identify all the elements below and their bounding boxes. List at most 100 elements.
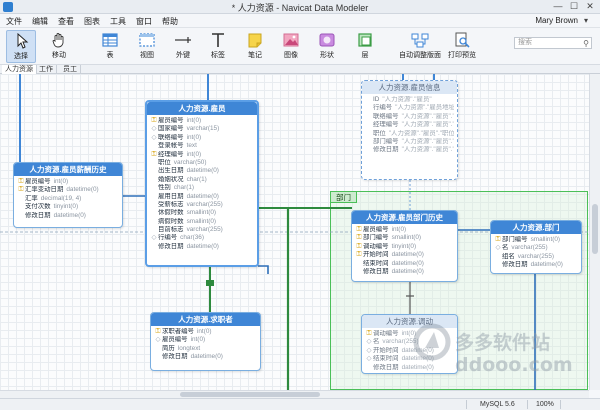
table-field-row[interactable]: 部门编号"人力资源"."雇员"."部 <box>365 138 454 146</box>
table-field-row[interactable]: 受薪标志 varchar(255) <box>150 201 254 209</box>
table-field-row[interactable]: ◇ 雇员编号 int(0) <box>154 336 257 344</box>
field-type: smallint(0) <box>530 236 561 243</box>
table-title[interactable]: 人力资源.求职者 <box>151 313 260 326</box>
table-title[interactable]: 人力资源.部门 <box>491 221 581 234</box>
table-field-row[interactable]: 修改日期 datetime(0) <box>150 243 254 251</box>
table-employee[interactable]: 人力资源.雇员 ⚿ 雇员编号 int(0) ◇ 国家编号 varchar(15) ◇ 联络编号… <box>145 100 259 267</box>
tool-label: 表 <box>106 52 114 59</box>
table-field-row[interactable]: 出生日期 datetime(0) <box>150 167 254 175</box>
tab-work[interactable]: 工作 <box>36 65 57 74</box>
table-field-row[interactable]: 经理编号"人力资源"."雇员"."经 <box>365 121 454 129</box>
table-candidate[interactable]: 人力资源.求职者 ⚿ 求职者编号 int(0) ◇ 雇员编号 int(0) 简历 longte… <box>150 312 261 371</box>
table-field-row[interactable]: ⚿ 部门编号 smallint(0) <box>494 236 578 244</box>
table-field-row[interactable]: 修改日期 datetime(0) <box>365 364 454 372</box>
view-employee-info[interactable]: 人力资源.雇员信息 ID "人力资源"."雇员" 行编号 "人力资源"."雇员地址" 联… <box>361 80 458 180</box>
table-field-row[interactable]: 组名 varchar(255) <box>494 253 578 261</box>
table-field-row[interactable]: ◇ 联络编号 int(0) <box>150 134 254 142</box>
tool-image[interactable]: 图像 <box>276 30 306 63</box>
tool-view[interactable]: 视图 <box>132 30 162 63</box>
field-type: datetime(0) <box>53 211 86 219</box>
table-field-row[interactable]: 性别 char(1) <box>150 184 254 192</box>
tab-employee[interactable]: 员工 <box>60 65 81 74</box>
tool-layer[interactable]: 层 <box>350 30 380 63</box>
table-field-row[interactable]: 支付次数 tinyint(0) <box>17 203 119 211</box>
tool-move[interactable]: 移动 <box>44 30 74 63</box>
scroll-thumb[interactable] <box>592 204 598 254</box>
table-field-row[interactable]: ⚿ 雇员编号 int(0) <box>150 117 254 125</box>
tool-table[interactable]: 表 <box>95 30 125 63</box>
table-title[interactable]: 人力资源.雇员部门历史 <box>352 211 457 224</box>
primary-key-icon: ⚿ <box>18 186 24 194</box>
menu-help[interactable]: 帮助 <box>162 16 178 27</box>
user-name[interactable]: Mary Brown <box>535 16 578 25</box>
tool-print-preview[interactable]: 打印预览 <box>444 30 480 63</box>
table-field-row[interactable]: 休假时数 smallint(0) <box>150 209 254 217</box>
table-dept-history[interactable]: 人力资源.雇员部门历史 ⚿ 雇员编号 int(0) ⚿ 部门编号 smallint(0) ⚿… <box>351 210 458 282</box>
diagram-canvas[interactable]: 部门 人力资源.雇员 ⚿ 雇员编号 int(0) ◇ 国家编号 varchar(15) ◇ 联… <box>0 74 589 390</box>
table-field-row[interactable]: ⚿ 开始时间 datetime(0) <box>355 251 454 259</box>
table-field-row[interactable]: 职位 "人力资源"."雇员"."职位" <box>365 130 454 138</box>
close-icon[interactable]: ✕ <box>582 1 598 12</box>
table-department[interactable]: 人力资源.部门 ⚿ 部门编号 smallint(0) ◇ 名 varchar(255) 组名… <box>490 220 582 274</box>
table-field-row[interactable]: ⚿ 雇员编号 int(0) <box>355 226 454 234</box>
table-field-row[interactable]: 病假时数 smallint(0) <box>150 218 254 226</box>
tool-select[interactable]: 选择 <box>6 30 36 63</box>
table-field-row[interactable]: 结束时间 datetime(0) <box>355 260 454 268</box>
table-field-row[interactable]: ⚿ 调动编号 tinyint(0) <box>355 243 454 251</box>
chevron-down-icon[interactable]: ▾ <box>584 16 588 25</box>
tab-hr[interactable]: 人力资源 <box>2 65 37 74</box>
menu-view[interactable]: 查看 <box>58 16 74 27</box>
field-name: 性别 <box>158 184 171 192</box>
view-title[interactable]: 人力资源.雇员信息 <box>362 81 457 94</box>
table-field-row[interactable]: 修改日期 datetime(0) <box>355 268 454 276</box>
primary-key-icon: ⚿ <box>151 150 157 158</box>
horizontal-scrollbar[interactable] <box>0 390 589 398</box>
tool-label: 打印预览 <box>448 52 476 59</box>
zoom-level[interactable]: 100% <box>536 401 554 408</box>
table-field-row[interactable]: 职位 varchar(50) <box>150 159 254 167</box>
window-controls: — ☐ ✕ <box>550 1 598 12</box>
scroll-thumb[interactable] <box>180 392 320 397</box>
table-field-row[interactable]: 修改日期 datetime(0) <box>17 212 119 220</box>
tool-shape[interactable]: 形状 <box>312 30 342 63</box>
table-field-row[interactable]: ◇ 名 varchar(255) <box>494 244 578 252</box>
table-field-row[interactable]: ◇ 国家编号 varchar(15) <box>150 125 254 133</box>
table-salary-history[interactable]: 人力资源.雇员薪酬历史 ⚿ 雇员编号 int(0) ⚿ 汇率变动日期 datetime(0… <box>13 162 123 228</box>
relation-line[interactable] <box>258 265 269 274</box>
menu-window[interactable]: 窗口 <box>136 16 152 27</box>
menu-diagram[interactable]: 图表 <box>84 16 100 27</box>
menu-edit[interactable]: 编辑 <box>32 16 48 27</box>
table-field-row[interactable]: 修改日期"人力资源"."雇员"."修 <box>365 146 454 154</box>
menu-file[interactable]: 文件 <box>6 16 22 27</box>
table-field-row[interactable]: ◇ 行编号 char(36) <box>150 234 254 242</box>
search-input[interactable]: 搜索 ⚲ <box>514 37 592 49</box>
table-field-row[interactable]: 登录帐号 text <box>150 142 254 150</box>
field-type: varchar(15) <box>186 125 220 133</box>
table-field-row[interactable]: 修改日期 datetime(0) <box>494 261 578 269</box>
table-field-row[interactable]: ⚿ 雇员编号 int(0) <box>17 178 119 186</box>
table-field-row[interactable]: ID "人力资源"."雇员" <box>365 96 454 104</box>
table-field-row[interactable]: 汇率 decimal(19, 4) <box>17 195 119 203</box>
table-field-row[interactable]: 雇用日期 datetime(0) <box>150 193 254 201</box>
tool-auto-layout[interactable]: 自动调整版面 <box>396 30 444 63</box>
table-field-row[interactable]: 目前标志 varchar(255) <box>150 226 254 234</box>
table-field-row[interactable]: 行编号 "人力资源"."雇员地址" <box>365 104 454 112</box>
table-field-row[interactable]: 简历 longtext <box>154 345 257 353</box>
table-field-row[interactable]: ⚿ 求职者编号 int(0) <box>154 328 257 336</box>
field-type: int(0) <box>190 336 206 344</box>
table-field-row[interactable]: ⚿ 经理编号 int(0) <box>150 151 254 159</box>
table-field-row[interactable]: ⚿ 部门编号 smallint(0) <box>355 234 454 242</box>
table-field-row[interactable]: 修改日期 datetime(0) <box>154 353 257 361</box>
table-field-row[interactable]: 婚姻状况 char(1) <box>150 176 254 184</box>
vertical-scrollbar[interactable] <box>589 74 600 390</box>
minimize-icon[interactable]: — <box>550 1 566 12</box>
tool-label[interactable]: 标签 <box>203 30 233 63</box>
table-field-row[interactable]: 联络编号"人力资源"."雇员"."联 <box>365 113 454 121</box>
maximize-icon[interactable]: ☐ <box>566 1 582 12</box>
table-title[interactable]: 人力资源.雇员薪酬历史 <box>14 163 122 176</box>
table-title[interactable]: 人力资源.雇员 <box>147 102 257 115</box>
tool-foreign-key[interactable]: 外键 <box>168 30 198 63</box>
table-field-row[interactable]: ⚿ 汇率变动日期 datetime(0) <box>17 186 119 194</box>
tool-note[interactable]: 笔记 <box>240 30 270 63</box>
menu-tools[interactable]: 工具 <box>110 16 126 27</box>
